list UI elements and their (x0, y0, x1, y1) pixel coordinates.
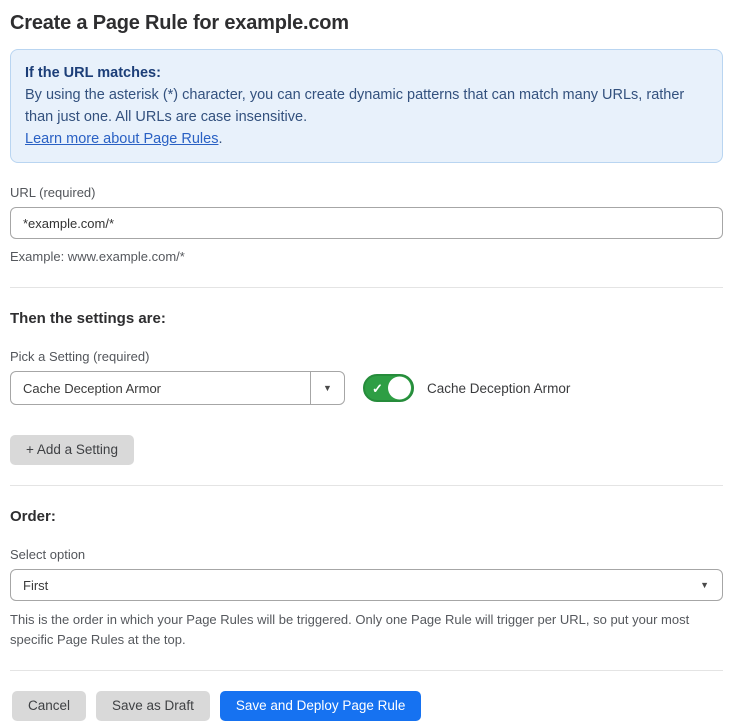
divider (10, 287, 723, 288)
setting-select-arrow-button[interactable]: ▼ (310, 372, 344, 404)
toggle-label: Cache Deception Armor (427, 381, 570, 396)
url-label: URL (required) (10, 185, 723, 200)
page-title: Create a Page Rule for example.com (10, 12, 723, 35)
footer-actions: Cancel Save as Draft Save and Deploy Pag… (12, 691, 723, 721)
settings-heading: Then the settings are: (10, 310, 723, 327)
url-matches-info-box: If the URL matches: By using the asteris… (10, 49, 723, 163)
order-heading: Order: (10, 508, 723, 525)
divider (10, 670, 723, 671)
info-box-heading: If the URL matches: (25, 62, 708, 84)
order-select-label: Select option (10, 547, 723, 562)
check-icon: ✓ (372, 382, 383, 395)
save-as-draft-button[interactable]: Save as Draft (96, 691, 210, 721)
chevron-down-icon: ▼ (700, 570, 722, 600)
chevron-down-icon: ▼ (323, 383, 332, 393)
cache-deception-armor-toggle[interactable]: ✓ (363, 374, 414, 402)
link-suffix: . (218, 131, 222, 147)
info-box-link-line: Learn more about Page Rules. (25, 128, 708, 150)
setting-select[interactable]: Cache Deception Armor ▼ (10, 371, 345, 405)
toggle-knob (388, 377, 411, 400)
order-select-value: First (11, 570, 700, 600)
pick-setting-label: Pick a Setting (required) (10, 349, 723, 364)
learn-more-link[interactable]: Learn more about Page Rules (25, 131, 218, 147)
info-box-body: By using the asterisk (*) character, you… (25, 84, 708, 128)
divider (10, 485, 723, 486)
page-rule-form: Create a Page Rule for example.com If th… (0, 0, 750, 721)
save-and-deploy-button[interactable]: Save and Deploy Page Rule (220, 691, 422, 721)
url-input[interactable] (10, 207, 723, 239)
cancel-button[interactable]: Cancel (12, 691, 86, 721)
setting-select-value: Cache Deception Armor (11, 372, 310, 404)
order-select[interactable]: First ▼ (10, 569, 723, 601)
setting-row: Cache Deception Armor ▼ ✓ Cache Deceptio… (10, 371, 723, 405)
url-example-helper: Example: www.example.com/* (10, 247, 723, 267)
order-helper-text: This is the order in which your Page Rul… (10, 610, 723, 650)
add-setting-button[interactable]: + Add a Setting (10, 435, 134, 465)
